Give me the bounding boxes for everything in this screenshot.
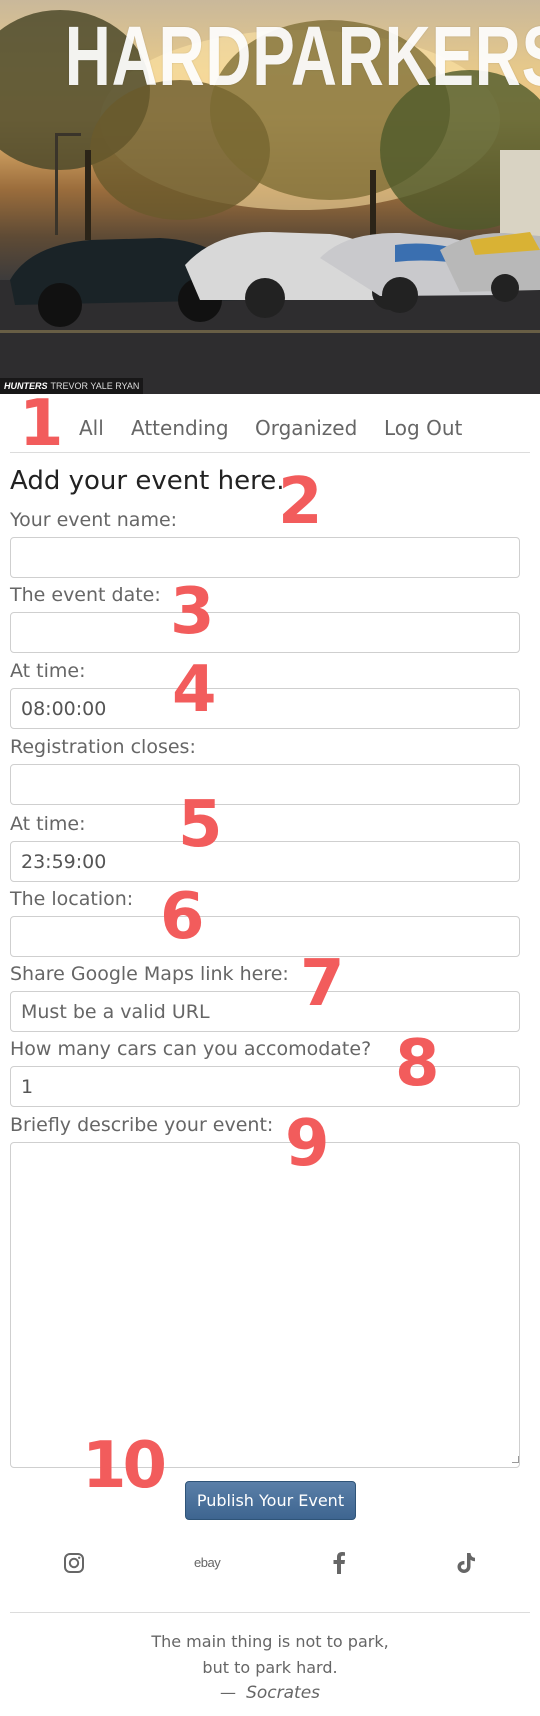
ebay-icon[interactable]: ebay	[194, 1555, 221, 1570]
description-label: Briefly describe your event:	[10, 1114, 274, 1136]
instagram-icon[interactable]	[63, 1552, 85, 1578]
annotation-8: 8	[395, 1027, 440, 1101]
annotation-5: 5	[178, 788, 223, 862]
facebook-icon[interactable]	[332, 1552, 346, 1578]
event-date-label: The event date:	[10, 584, 161, 606]
nav-item-all[interactable]: All	[79, 416, 104, 440]
textarea-resize-handle[interactable]	[512, 1456, 519, 1463]
maps-link-label: Share Google Maps link here:	[10, 963, 289, 985]
quote-dash: —	[219, 1683, 236, 1702]
cars-capacity-input[interactable]	[10, 1066, 520, 1107]
event-name-input[interactable]	[10, 537, 520, 578]
quote-line-2: but to park hard.	[202, 1658, 338, 1677]
quote-line-1: The main thing is not to park,	[151, 1632, 389, 1651]
event-time-label: At time:	[10, 660, 86, 682]
footer-divider	[10, 1612, 530, 1613]
quote-author: Socrates	[246, 1683, 321, 1703]
annotation-4: 4	[172, 653, 217, 727]
registration-close-date-input[interactable]	[10, 764, 520, 805]
annotation-10: 10	[82, 1429, 167, 1503]
cars-capacity-label: How many cars can you accomodate?	[10, 1038, 372, 1060]
description-textarea[interactable]	[10, 1142, 520, 1468]
registration-close-date-label: Registration closes:	[10, 736, 196, 758]
registration-close-time-input[interactable]	[10, 841, 520, 882]
location-input[interactable]	[10, 916, 520, 957]
nav-item-organized[interactable]: Organized	[255, 416, 357, 440]
annotation-3: 3	[170, 575, 215, 649]
event-time-input[interactable]	[10, 688, 520, 729]
form-heading: Add your event here.	[10, 466, 285, 496]
annotation-9: 9	[285, 1107, 330, 1181]
credit-name: TREVOR YALE RYAN	[50, 381, 140, 391]
registration-close-time-label: At time:	[10, 813, 86, 835]
event-name-label: Your event name:	[10, 509, 178, 531]
hero-banner: HARDPARKERS HUNTERS TREVOR YALE RYAN	[0, 0, 540, 394]
maps-link-input[interactable]	[10, 991, 520, 1032]
event-date-input[interactable]	[10, 612, 520, 653]
publish-event-button[interactable]: Publish Your Event	[185, 1481, 356, 1520]
annotation-7: 7	[300, 947, 345, 1021]
quote-attribution: — Socrates	[0, 1683, 540, 1703]
annotation-2: 2	[278, 465, 323, 539]
annotation-6: 6	[160, 880, 205, 954]
annotation-1: 1	[19, 387, 64, 461]
location-label: The location:	[10, 888, 134, 910]
main-nav: All Attending Organized Log Out	[10, 410, 530, 453]
hero-title: HARDPARKERS	[64, 9, 540, 103]
nav-item-attending[interactable]: Attending	[131, 416, 229, 440]
tiktok-icon[interactable]	[456, 1552, 476, 1578]
nav-item-log-out[interactable]: Log Out	[384, 416, 462, 440]
